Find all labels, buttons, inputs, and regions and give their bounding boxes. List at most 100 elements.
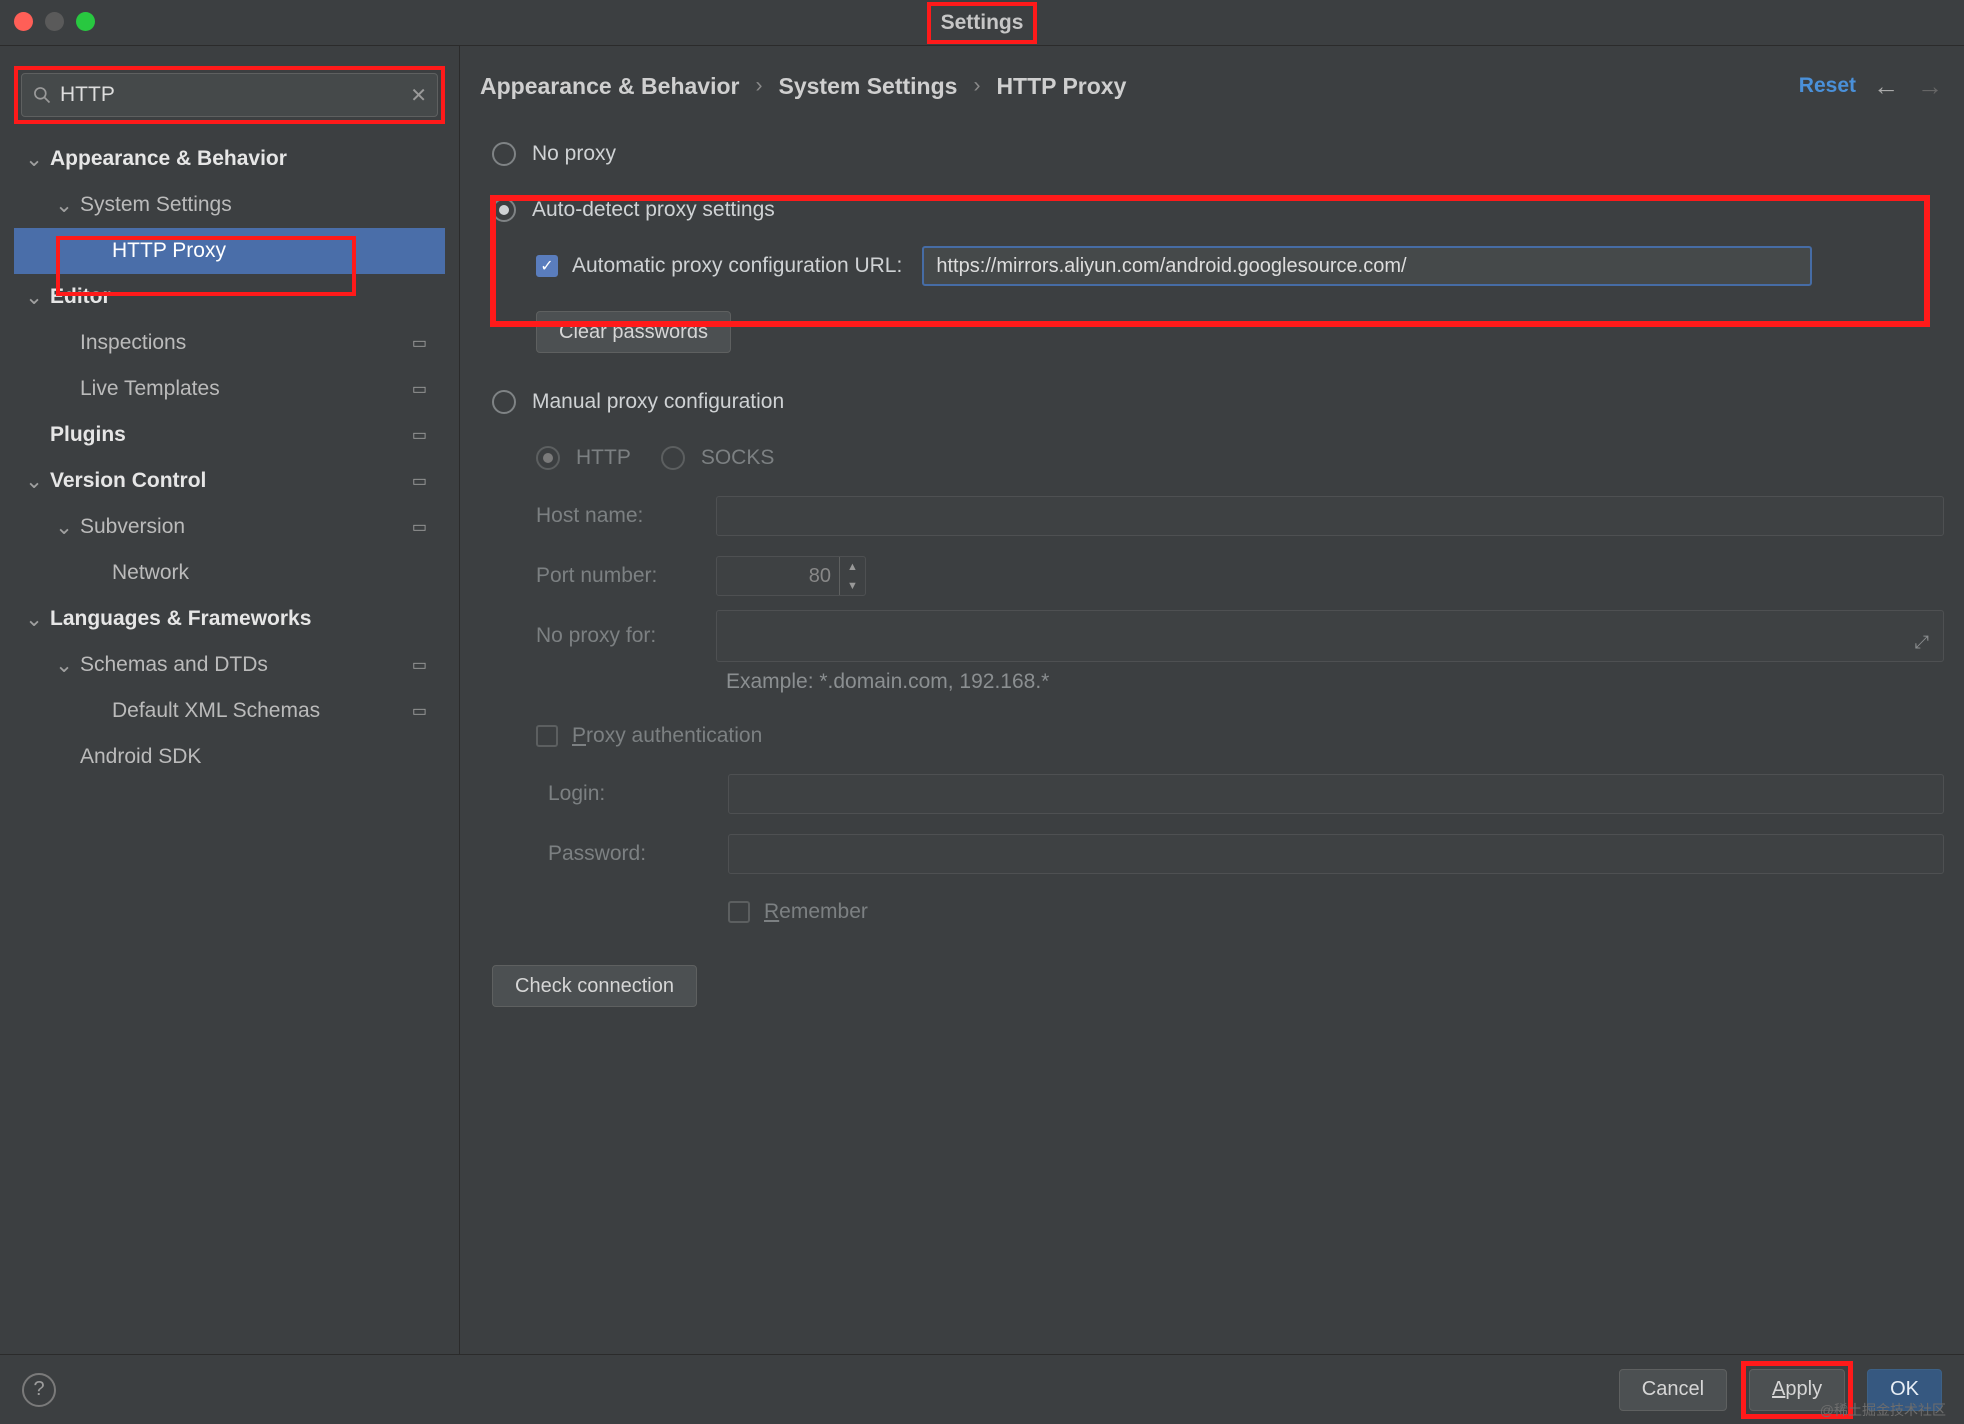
no-proxy-label: No proxy <box>532 142 616 166</box>
help-button[interactable]: ? <box>22 1373 56 1407</box>
login-label: Login: <box>548 782 728 806</box>
host-row: Host name: <box>492 486 1944 546</box>
crumb-2: HTTP Proxy <box>996 73 1126 100</box>
tree-live-templates[interactable]: Live Templates▭ <box>14 366 445 412</box>
tree-default-xml-schemas[interactable]: Default XML Schemas▭ <box>14 688 445 734</box>
chevron-down-icon: ⌄ <box>24 469 44 494</box>
project-scope-icon: ▭ <box>412 379 427 399</box>
http-type-label: HTTP <box>576 446 631 470</box>
auto-url-row: ✓ Automatic proxy configuration URL: <box>492 238 1944 294</box>
project-scope-icon: ▭ <box>412 333 427 353</box>
expand-icon: ⤢ <box>1915 632 1929 653</box>
radio-auto-detect[interactable]: Auto-detect proxy settings <box>492 182 1944 238</box>
chevron-right-icon: › <box>973 74 980 98</box>
host-label: Host name: <box>536 504 716 528</box>
tree-android-sdk[interactable]: Android SDK <box>14 734 445 780</box>
radio-icon <box>536 446 560 470</box>
nav-back-icon[interactable]: ← <box>1872 71 1900 102</box>
maximize-icon[interactable] <box>76 12 95 31</box>
window-title: Settings <box>927 2 1038 44</box>
crumb-1[interactable]: System Settings <box>778 73 957 100</box>
chevron-down-icon: ⌄ <box>24 285 44 310</box>
auto-url-input[interactable] <box>922 246 1812 286</box>
radio-socks-type: SOCKS <box>661 446 775 470</box>
nav-forward-icon: → <box>1916 71 1944 102</box>
login-input <box>728 774 1944 814</box>
search-input-wrap[interactable]: ✕ <box>21 73 438 117</box>
tree-network[interactable]: Network <box>14 550 445 596</box>
settings-sidebar: ✕ ⌄Appearance & Behavior ⌄System Setting… <box>0 46 460 1354</box>
tree-appearance-behavior[interactable]: ⌄Appearance & Behavior <box>14 136 445 182</box>
password-input <box>728 834 1944 874</box>
settings-content: Appearance & Behavior › System Settings … <box>460 46 1964 1354</box>
tree-plugins[interactable]: Plugins▭ <box>14 412 445 458</box>
chevron-down-icon: ⌄ <box>54 193 74 218</box>
checkbox-auto-url[interactable]: ✓ <box>536 255 558 277</box>
crumb-0[interactable]: Appearance & Behavior <box>480 73 739 100</box>
checkbox-remember <box>728 901 750 923</box>
noproxy-label: No proxy for: <box>536 624 716 648</box>
proxy-auth-row: Proxy authentication <box>492 708 1944 764</box>
dialog-footer: ? Cancel Apply OK <box>0 1354 1964 1424</box>
port-stepper: ▲▼ <box>716 556 866 596</box>
chevron-down-icon: ▼ <box>840 576 865 595</box>
radio-no-proxy[interactable]: No proxy <box>492 126 1944 182</box>
clear-passwords-button[interactable]: Clear passwords <box>536 311 731 353</box>
proxy-auth-label: Proxy authentication <box>572 724 762 748</box>
tree-editor[interactable]: ⌄Editor <box>14 274 445 320</box>
project-scope-icon: ▭ <box>412 517 427 537</box>
radio-manual-proxy[interactable]: Manual proxy configuration <box>492 374 1944 430</box>
tree-schemas-dtds[interactable]: ⌄Schemas and DTDs▭ <box>14 642 445 688</box>
radio-http-type: HTTP <box>536 446 631 470</box>
stepper-buttons: ▲▼ <box>839 557 865 595</box>
search-icon <box>32 85 52 105</box>
project-scope-icon: ▭ <box>412 425 427 445</box>
login-row: Login: <box>492 764 1944 824</box>
tree-subversion[interactable]: ⌄Subversion▭ <box>14 504 445 550</box>
socks-type-label: SOCKS <box>701 446 775 470</box>
watermark: @稀土掘金技术社区 <box>1820 1400 1946 1420</box>
radio-icon <box>492 390 516 414</box>
close-icon[interactable] <box>14 12 33 31</box>
tree-languages-frameworks[interactable]: ⌄Languages & Frameworks <box>14 596 445 642</box>
chevron-down-icon: ⌄ <box>24 147 44 172</box>
project-scope-icon: ▭ <box>412 655 427 675</box>
noproxy-row: No proxy for: ⤢ <box>492 606 1944 666</box>
project-scope-icon: ▭ <box>412 471 427 491</box>
chevron-down-icon: ⌄ <box>54 515 74 540</box>
search-input[interactable] <box>52 83 410 107</box>
radio-icon <box>492 198 516 222</box>
tree-inspections[interactable]: Inspections▭ <box>14 320 445 366</box>
breadcrumb: Appearance & Behavior › System Settings … <box>480 46 1944 126</box>
tree-version-control[interactable]: ⌄Version Control▭ <box>14 458 445 504</box>
radio-icon <box>492 142 516 166</box>
chevron-up-icon: ▲ <box>840 557 865 576</box>
remember-row: Remember <box>492 884 1944 940</box>
port-label: Port number: <box>536 564 716 588</box>
settings-tree: ⌄Appearance & Behavior ⌄System Settings … <box>14 136 445 780</box>
chevron-down-icon: ⌄ <box>54 653 74 678</box>
clear-search-icon[interactable]: ✕ <box>410 83 427 108</box>
project-scope-icon: ▭ <box>412 701 427 721</box>
noproxy-input: ⤢ <box>716 610 1944 662</box>
proxy-type-row: HTTP SOCKS <box>492 430 1944 486</box>
chevron-right-icon: › <box>755 74 762 98</box>
password-row: Password: <box>492 824 1944 884</box>
minimize-icon[interactable] <box>45 12 64 31</box>
port-row: Port number: ▲▼ <box>492 546 1944 606</box>
search-highlight: ✕ <box>14 66 445 124</box>
cancel-button[interactable]: Cancel <box>1619 1369 1727 1411</box>
check-connection-button[interactable]: Check connection <box>492 965 697 1007</box>
window-controls <box>14 12 95 31</box>
noproxy-example: Example: *.domain.com, 192.168.* <box>672 666 1944 708</box>
auto-detect-label: Auto-detect proxy settings <box>532 198 775 222</box>
tree-http-proxy[interactable]: HTTP Proxy <box>14 228 445 274</box>
titlebar: Settings <box>0 0 1964 46</box>
radio-icon <box>661 446 685 470</box>
remember-label: Remember <box>764 900 868 924</box>
chevron-down-icon: ⌄ <box>24 607 44 632</box>
reset-link[interactable]: Reset <box>1799 74 1856 98</box>
tree-system-settings[interactable]: ⌄System Settings <box>14 182 445 228</box>
host-input <box>716 496 1944 536</box>
checkbox-proxy-auth <box>536 725 558 747</box>
